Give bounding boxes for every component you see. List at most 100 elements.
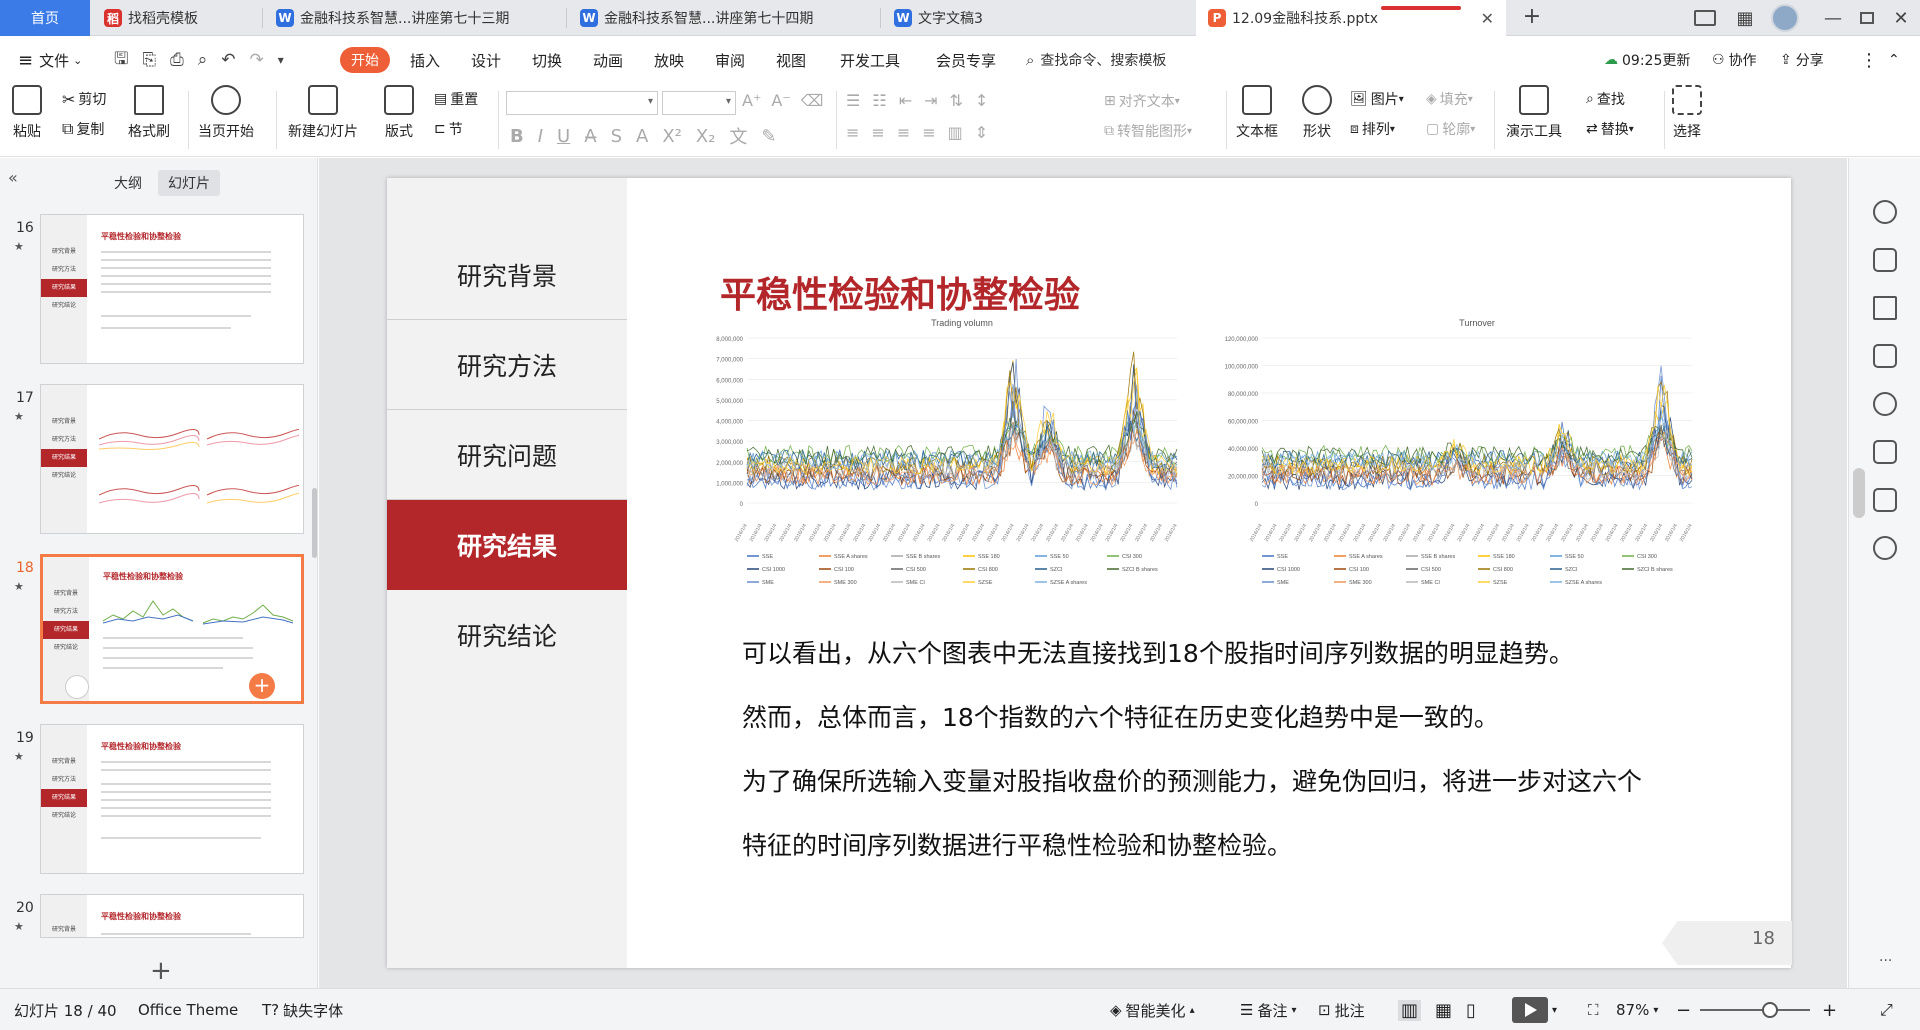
tab-daoke[interactable]: 稻 找稻壳模板 bbox=[92, 0, 260, 36]
save-icon[interactable]: 🖫 bbox=[114, 46, 128, 75]
menu-tab-transition[interactable]: 切换 bbox=[532, 37, 562, 83]
slide-sorter-icon[interactable]: ▦ bbox=[1435, 1000, 1452, 1021]
tab-pptx-active[interactable]: P 12.09金融科技系.pptx ✕ bbox=[1196, 0, 1506, 36]
bold-icon[interactable]: B bbox=[510, 126, 524, 147]
shadow-icon[interactable]: S bbox=[611, 126, 622, 147]
avatar[interactable] bbox=[1768, 0, 1802, 36]
zoom-out-icon[interactable]: − bbox=[1676, 989, 1691, 1030]
align-left-icon[interactable]: ≡ bbox=[846, 123, 859, 142]
subscript-icon[interactable]: X₂ bbox=[696, 126, 716, 147]
grow-font-icon[interactable]: A⁺ bbox=[742, 91, 761, 110]
tab-doc-74[interactable]: W 金融科技系智慧...讲座第七十四期 bbox=[568, 0, 878, 36]
menu-tab-design[interactable]: 设计 bbox=[471, 37, 501, 83]
clear-format-icon[interactable]: ⌫ bbox=[801, 91, 824, 110]
theme-name[interactable]: Office Theme bbox=[138, 989, 238, 1030]
format-painter-button[interactable]: 格式刷 bbox=[128, 85, 170, 141]
file-menu[interactable]: ≡ 文件 ⌄ bbox=[18, 37, 82, 83]
align-text-button[interactable]: ⊞ 对齐文本 ▾ bbox=[1104, 91, 1180, 111]
settings-sliders-icon[interactable] bbox=[1873, 248, 1897, 272]
fill-button[interactable]: ◈ 填充 ▾ bbox=[1426, 89, 1473, 109]
shape-button[interactable]: 形状 bbox=[1302, 85, 1332, 141]
print-preview-icon[interactable]: ⌕ bbox=[198, 50, 208, 70]
menu-tab-view[interactable]: 视图 bbox=[776, 37, 806, 83]
menu-tab-insert[interactable]: 插入 bbox=[410, 37, 440, 83]
minimize-icon[interactable]: — bbox=[1818, 0, 1848, 36]
close-tab-icon[interactable]: ✕ bbox=[1481, 9, 1494, 28]
panel-scrollbar[interactable] bbox=[312, 488, 317, 558]
slide-thumbnail[interactable]: 研究背景 平稳性检验和协整检验 bbox=[40, 894, 304, 938]
menu-tab-slideshow[interactable]: 放映 bbox=[654, 37, 684, 83]
normal-view-icon[interactable]: ▥ bbox=[1398, 999, 1422, 1021]
tab-outline[interactable]: 大纲 bbox=[104, 170, 152, 196]
zoom-slider-handle[interactable] bbox=[1762, 1002, 1778, 1018]
textbox-button[interactable]: 文本框 bbox=[1236, 85, 1278, 141]
present-tools-button[interactable]: 演示工具 bbox=[1506, 85, 1562, 141]
close-window-icon[interactable]: ✕ bbox=[1886, 0, 1916, 36]
slide-thumbnail[interactable]: 研究背景 研究方法 研究结果 研究结论 bbox=[40, 384, 304, 534]
paste-button[interactable]: 粘贴 bbox=[12, 85, 42, 141]
print-icon[interactable]: ⎙ bbox=[170, 50, 184, 70]
paragraph-spacing-icon[interactable]: ⇕ bbox=[975, 123, 988, 142]
menu-tab-developer[interactable]: 开发工具 bbox=[840, 37, 900, 83]
highlight-icon[interactable]: ✎ bbox=[761, 126, 776, 147]
font-size-select[interactable]: ▾ bbox=[662, 91, 736, 115]
notes-button[interactable]: ☰ 备注 ▾ bbox=[1240, 989, 1297, 1030]
reading-view-icon[interactable]: ▯ bbox=[1466, 1000, 1476, 1021]
number-list-icon[interactable]: ☷ bbox=[872, 91, 886, 110]
zoom-level[interactable]: 87% ▾ bbox=[1616, 989, 1658, 1030]
image-edit-icon[interactable] bbox=[1873, 440, 1897, 464]
export-pdf-icon[interactable]: ⎘ bbox=[142, 50, 156, 70]
comments-button[interactable]: ⊡ 批注 bbox=[1318, 989, 1365, 1030]
tab-home[interactable]: 首页 bbox=[0, 0, 90, 36]
star-icon[interactable] bbox=[1873, 296, 1897, 320]
share-button[interactable]: ⇪ 分享 bbox=[1780, 37, 1824, 83]
rocket-icon[interactable] bbox=[1873, 200, 1897, 224]
reset-button[interactable]: ▤ 重置 bbox=[434, 89, 478, 109]
shrink-font-icon[interactable]: A⁻ bbox=[771, 91, 790, 110]
font-family-select[interactable]: ▾ bbox=[506, 91, 658, 115]
increase-indent-icon[interactable]: ⇥ bbox=[924, 91, 937, 110]
select-button[interactable]: 选择 bbox=[1672, 85, 1702, 141]
text-direction-icon[interactable]: ⇅ bbox=[950, 91, 963, 110]
customize-chevron-icon[interactable]: ▾ bbox=[278, 53, 284, 67]
redo-icon[interactable]: ↷ bbox=[249, 50, 263, 70]
more-menu-icon[interactable]: ⋮ bbox=[1860, 37, 1878, 83]
distribute-icon[interactable]: ▥ bbox=[948, 123, 963, 142]
section-button[interactable]: ⊏ 节 bbox=[434, 119, 463, 139]
slide-thumbnail-selected[interactable]: 研究背景 研究方法 研究结果 研究结论 平稳性检验和协整检验 + bbox=[40, 554, 304, 704]
smart-graphic-button[interactable]: ⧉ 转智能图形 ▾ bbox=[1104, 121, 1192, 141]
zoom-slider[interactable] bbox=[1700, 1009, 1810, 1011]
slide-thumbnail[interactable]: 研究背景 研究方法 研究结果 研究结论 平稳性检验和协整检验 bbox=[40, 724, 304, 874]
from-current-button[interactable]: 当页开始 bbox=[198, 85, 254, 141]
find-button[interactable]: ⌕ 查找 bbox=[1586, 89, 1625, 109]
missing-font-button[interactable]: T? 缺失字体 bbox=[262, 989, 343, 1030]
add-slide-icon[interactable]: + bbox=[249, 673, 275, 699]
align-center-icon[interactable]: ≡ bbox=[871, 123, 884, 142]
help-icon[interactable] bbox=[1873, 392, 1897, 416]
restore-icon[interactable] bbox=[1852, 0, 1882, 36]
line-spacing-icon[interactable]: ↕ bbox=[975, 91, 988, 110]
chart-trading-volume[interactable]: Trading volumn 0 1,000,000 2,000,000 3,000,0… bbox=[687, 308, 1187, 613]
more-icon[interactable]: ··· bbox=[1879, 953, 1892, 969]
slideshow-play-button[interactable] bbox=[1512, 997, 1548, 1023]
layout-button[interactable]: 版式 bbox=[384, 85, 414, 141]
font-color-icon[interactable]: A bbox=[636, 126, 648, 147]
cut-button[interactable]: ✂ 剪切 bbox=[62, 89, 106, 109]
tab-doc-73[interactable]: W 金融科技系智慧...讲座第七十三期 bbox=[264, 0, 564, 36]
decrease-indent-icon[interactable]: ⇤ bbox=[899, 91, 912, 110]
collapse-panel-icon[interactable]: « bbox=[8, 168, 18, 187]
arrange-button[interactable]: ⧈ 排列 ▾ bbox=[1350, 119, 1395, 139]
zoom-in-icon[interactable]: + bbox=[1822, 989, 1837, 1030]
grid-icon[interactable]: ▦ bbox=[1730, 0, 1760, 36]
collab-button[interactable]: ⚇ 协作 bbox=[1712, 37, 1757, 83]
menu-tab-animation[interactable]: 动画 bbox=[593, 37, 623, 83]
sync-status[interactable]: ☁ 09:25更新 bbox=[1604, 37, 1690, 83]
menu-tab-start[interactable]: 开始 bbox=[340, 47, 390, 73]
bullet-list-icon[interactable]: ☰ bbox=[846, 91, 860, 110]
book-icon[interactable] bbox=[1873, 488, 1897, 512]
add-slide-button[interactable]: + bbox=[150, 956, 172, 986]
picture-button[interactable]: 🖼 图片 ▾ bbox=[1350, 89, 1404, 109]
justify-icon[interactable]: ≡ bbox=[922, 123, 935, 142]
tab-doc-3[interactable]: W 文字文稿3 bbox=[882, 0, 1182, 36]
canvas-scrollbar[interactable] bbox=[1853, 468, 1865, 518]
